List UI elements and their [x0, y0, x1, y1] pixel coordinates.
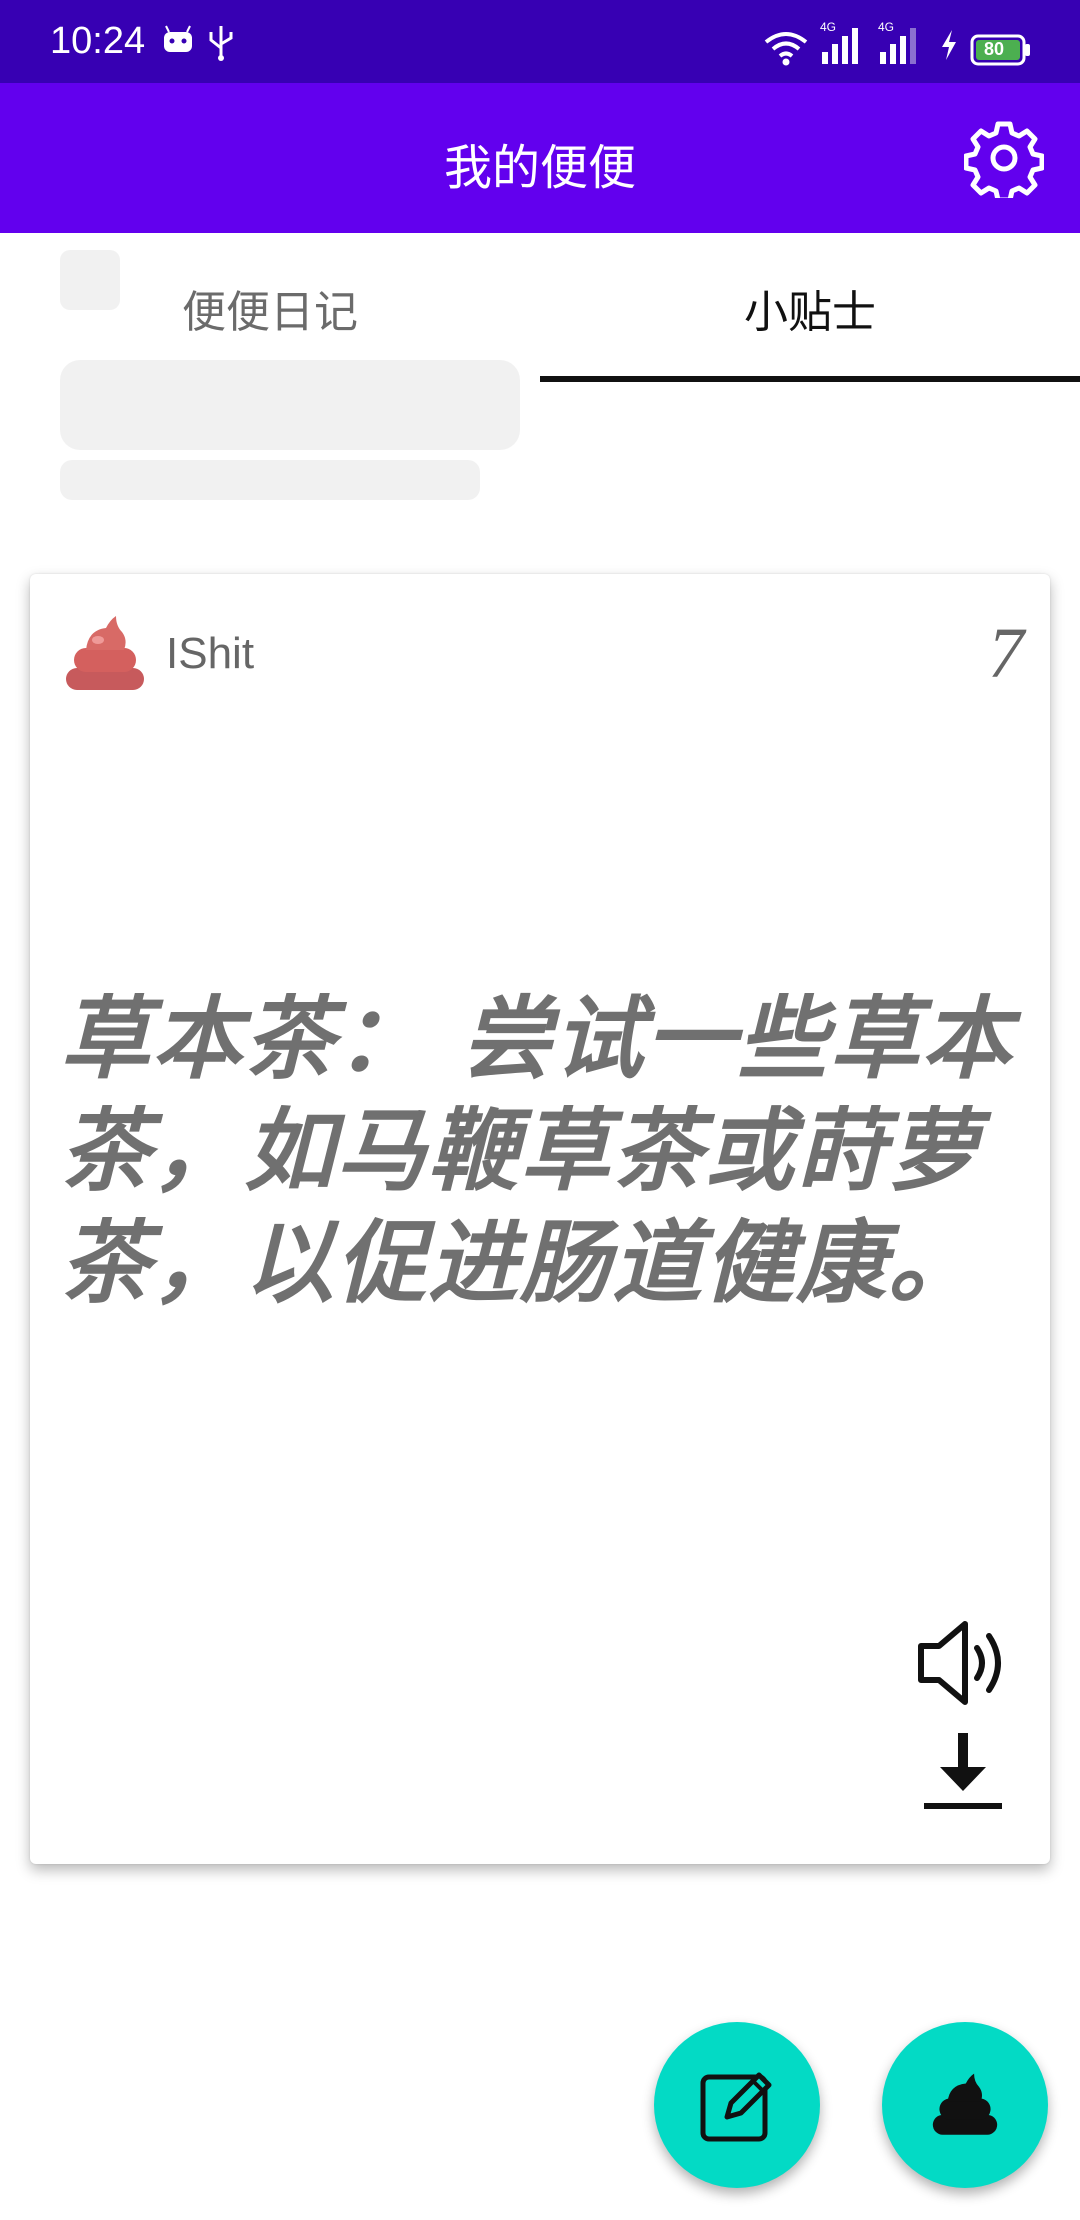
- poop-icon: [66, 616, 144, 690]
- background-watermark: [60, 250, 520, 510]
- speak-button[interactable]: [915, 1618, 1015, 1708]
- speaker-icon: [918, 1621, 1001, 1705]
- android-icon: [160, 22, 196, 62]
- gear-icon: [963, 121, 1045, 203]
- network-type-label: 4G: [820, 20, 837, 34]
- tab-label: 小贴士: [744, 287, 876, 338]
- page-title: 我的便便: [443, 140, 636, 196]
- wifi-icon: [762, 28, 810, 72]
- usb-icon: [206, 22, 236, 66]
- tip-card: IShit 7 草本茶： 尝试一些草本茶，如马鞭草茶或莳萝茶，以促进肠道健康。: [30, 574, 1050, 1864]
- download-button[interactable]: [920, 1729, 1006, 1815]
- brand-name: IShit: [166, 629, 255, 678]
- app-bar: 我的便便: [0, 83, 1080, 233]
- edit-icon: [700, 2072, 772, 2142]
- tab-indicator: [540, 376, 1080, 382]
- network-type-label: 4G: [878, 20, 895, 34]
- tip-text: 草本茶： 尝试一些草本茶，如马鞭草茶或莳萝茶，以促进肠道健康。: [60, 987, 1014, 1316]
- download-icon: [924, 1733, 1002, 1809]
- charging-icon: [938, 28, 960, 66]
- battery-icon: 80: [970, 34, 1032, 70]
- add-record-fab[interactable]: [882, 2022, 1048, 2188]
- tab-tips[interactable]: 小贴士: [540, 233, 1080, 383]
- poop-icon: [932, 2073, 998, 2135]
- edit-fab[interactable]: [654, 2022, 820, 2188]
- signal-icon: 4G: [818, 20, 868, 72]
- battery-level: 80: [984, 39, 1005, 59]
- signal-icon: 4G: [876, 20, 926, 72]
- status-bar: 10:24 4G 4G 80: [0, 0, 1080, 83]
- settings-button[interactable]: [963, 118, 1045, 203]
- status-time: 10:24: [50, 20, 146, 62]
- card-brand: IShit: [62, 614, 254, 694]
- tip-number: 7: [988, 613, 1024, 693]
